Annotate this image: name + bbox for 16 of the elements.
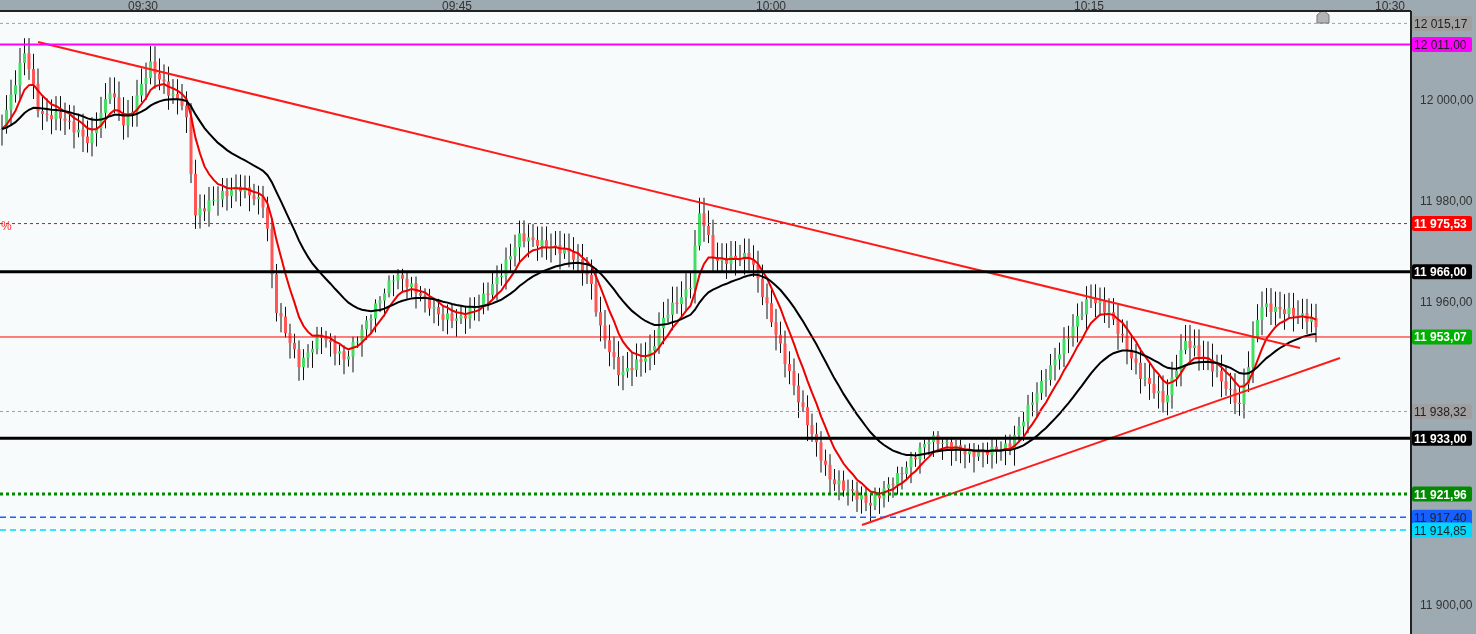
price-tick-label: 11 900,00 [1420,598,1473,612]
price-level-line[interactable] [0,270,1411,274]
price-tick-label: 12 000,00 [1420,93,1474,107]
time-label: 10:15 [1074,0,1104,13]
price-level-line[interactable] [0,436,1411,440]
price-label: 11 975,53 [1412,216,1472,232]
time-label: 10:30 [1374,0,1405,13]
price-label: 11 966,00 [1412,264,1472,280]
time-label: 09:45 [442,0,472,13]
price-tick-label: 11 960,00 [1420,295,1473,309]
time-label: 10:00 [756,0,786,13]
price-label: 11 953,07 [1412,329,1472,345]
trend-line[interactable] [861,357,1341,526]
time-label: 09:30 [128,0,158,13]
price-tick-label: 11 980,00 [1420,194,1473,208]
indicator-mark: % [1,219,12,233]
